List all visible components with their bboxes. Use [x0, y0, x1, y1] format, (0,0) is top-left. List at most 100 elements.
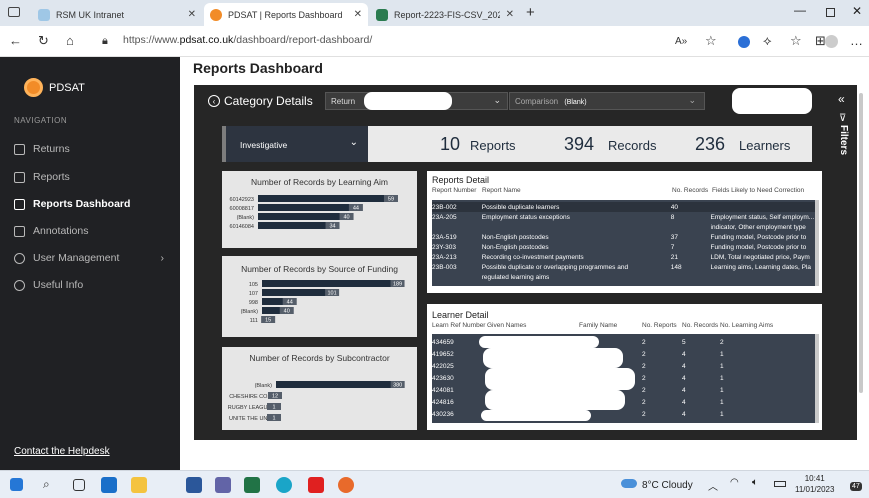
tab-label: Report-2223-FIS-CSV_20230110... — [394, 9, 500, 20]
sidebar-item-annotations[interactable]: Annotations — [14, 225, 88, 237]
refresh-icon[interactable]: ↻ — [38, 33, 49, 49]
col-header[interactable]: Given Names — [487, 322, 579, 329]
maximize-icon[interactable] — [826, 8, 835, 17]
table-cell: Employment status, Self employm... — [710, 213, 815, 221]
kpi-reports: 10 Reports — [440, 134, 516, 155]
tick-label: UNITE THE UN... — [229, 416, 272, 422]
col-header[interactable]: Family Name — [579, 322, 642, 329]
favorites-icon[interactable]: ☆ — [790, 33, 802, 49]
sidebar-item-returns[interactable]: Returns — [14, 143, 70, 155]
col-header[interactable]: Report Name — [482, 187, 672, 194]
acrobat-icon[interactable] — [308, 477, 324, 493]
page-scrollbar[interactable] — [859, 93, 863, 393]
return-label: Return — [331, 97, 356, 106]
bar[interactable] — [262, 280, 403, 287]
col-header[interactable]: No. Learning Aims — [720, 322, 790, 329]
bar[interactable] — [258, 213, 352, 220]
table-cell: 1 — [720, 386, 724, 394]
chevron-right-icon: › — [160, 252, 165, 264]
table-cell: 2 — [642, 398, 646, 406]
redaction — [364, 92, 452, 110]
bar[interactable] — [258, 195, 396, 202]
col-header[interactable]: No. Records — [672, 187, 712, 194]
edge-icon[interactable] — [276, 477, 292, 493]
comparison-value: (Blank) — [564, 99, 587, 106]
category-details-button[interactable]: ‹ Category Details — [208, 94, 313, 108]
close-window-icon[interactable]: ✕ — [852, 4, 862, 18]
data-label: 101 — [328, 291, 337, 297]
tab-pdsat[interactable]: PDSAT | Reports Dashboard ✕ — [204, 3, 368, 26]
tick-label: 60142923 — [230, 197, 254, 203]
teams-icon[interactable] — [215, 477, 231, 493]
tab-actions-icon[interactable] — [8, 7, 20, 17]
table-cell: 8 — [670, 213, 675, 221]
table-scrollbar[interactable] — [815, 200, 819, 286]
more-menu-icon[interactable]: … — [850, 33, 863, 48]
read-aloud-icon[interactable]: A» — [675, 36, 687, 47]
table-row[interactable]: 23A-519 Non-English postcodes 37 Funding mo… — [432, 232, 815, 242]
helpdesk-link[interactable]: Contact the Helpdesk — [14, 446, 110, 457]
url-field[interactable]: https://www.pdsat.co.uk/dashboard/report… — [123, 34, 372, 46]
clock-time: 10:41 — [804, 474, 825, 483]
table-row[interactable]: 23B-003 Possible duplicate or overlapping… — [432, 262, 815, 272]
sidebar-item-useful-info[interactable]: Useful Info — [14, 279, 83, 291]
extension-icon[interactable] — [738, 36, 750, 48]
table-row[interactable]: 23B-002 Possible duplicate learners 40 — [432, 202, 815, 212]
volume-icon[interactable]: 🔈︎ — [752, 477, 758, 488]
sidebar-item-reports-dashboard[interactable]: Reports Dashboard — [14, 198, 130, 210]
outlook-icon[interactable] — [101, 477, 117, 493]
extensions-puzzle-icon[interactable]: ⟡ — [763, 33, 772, 49]
network-icon[interactable]: ◠ — [730, 477, 739, 488]
battery-icon[interactable] — [774, 481, 786, 487]
comparison-slicer[interactable]: Comparison (Blank) ⌄ — [509, 92, 705, 110]
col-header[interactable]: Learn Ref Number — [432, 322, 487, 329]
task-view-icon[interactable] — [73, 479, 85, 491]
table-cell: 2 — [642, 374, 646, 382]
back-icon[interactable]: ← — [9, 33, 22, 48]
kpi-label: Records — [608, 138, 657, 153]
table-row[interactable]: indicator, Other employment type — [432, 222, 815, 232]
file-explorer-icon[interactable] — [131, 477, 147, 493]
favorite-star-icon[interactable]: ☆ — [705, 33, 717, 49]
tab-csv-report[interactable]: Report-2223-FIS-CSV_20230110... ✕ — [370, 3, 520, 26]
filters-pane[interactable]: « ⊽ Filters — [829, 85, 857, 440]
chevron-down-icon: ⌄ — [493, 95, 501, 105]
bar[interactable] — [276, 381, 403, 388]
col-header[interactable]: Fields Likely to Need Correction — [712, 187, 817, 194]
clock[interactable]: 10:41 11/01/2023 — [795, 473, 834, 495]
table-row[interactable]: 23A-213 Recording co-investment payments 2… — [432, 252, 815, 262]
sidebar-item-reports[interactable]: Reports — [14, 171, 70, 183]
profile-avatar-icon[interactable] — [825, 35, 838, 48]
notification-badge[interactable]: 47 — [850, 482, 862, 491]
redaction — [732, 88, 812, 114]
collapse-icon[interactable]: « — [838, 92, 845, 106]
home-icon[interactable]: ⌂ — [66, 33, 74, 48]
table-cell: 430236 — [432, 410, 454, 418]
table-row[interactable]: regulated learning aims — [432, 272, 815, 282]
word-icon[interactable] — [186, 477, 202, 493]
close-icon[interactable]: ✕ — [188, 9, 196, 20]
category-select[interactable]: Investigative ⌄ — [222, 126, 368, 162]
tab-rsm-intranet[interactable]: RSM UK Intranet ✕ — [32, 3, 202, 26]
col-header[interactable]: No. Records — [682, 322, 720, 329]
close-icon[interactable]: ✕ — [354, 9, 362, 20]
windows-start-icon[interactable] — [10, 478, 23, 491]
table-row[interactable]: 23A-205 Employment status exceptions 8 Empl… — [432, 212, 815, 222]
pdsat-logo[interactable]: PDSAT — [24, 78, 85, 97]
col-header[interactable]: Report Number — [432, 187, 482, 194]
excel-icon[interactable] — [244, 477, 260, 493]
sidebar-item-user-management[interactable]: User Management › — [14, 252, 164, 264]
table-row[interactable]: 23Y-303 Non-English postcodes 7 Funding mod… — [432, 242, 815, 252]
chevron-up-icon[interactable]: ︿ — [708, 478, 718, 493]
col-header[interactable]: No. Reports — [642, 322, 682, 329]
bar[interactable] — [258, 204, 361, 211]
search-icon[interactable]: ⌕ — [43, 477, 59, 493]
weather-text[interactable]: 8°C Cloudy — [642, 480, 693, 491]
close-icon[interactable]: ✕ — [506, 9, 514, 20]
new-tab-icon[interactable]: + — [526, 4, 535, 21]
table-cell: regulated learning aims — [481, 273, 550, 281]
table-cell: 23A-519 — [432, 233, 457, 241]
minimize-icon[interactable]: — — [794, 3, 806, 17]
table-scrollbar[interactable] — [815, 334, 819, 423]
powerbi-app-icon[interactable] — [338, 477, 354, 493]
